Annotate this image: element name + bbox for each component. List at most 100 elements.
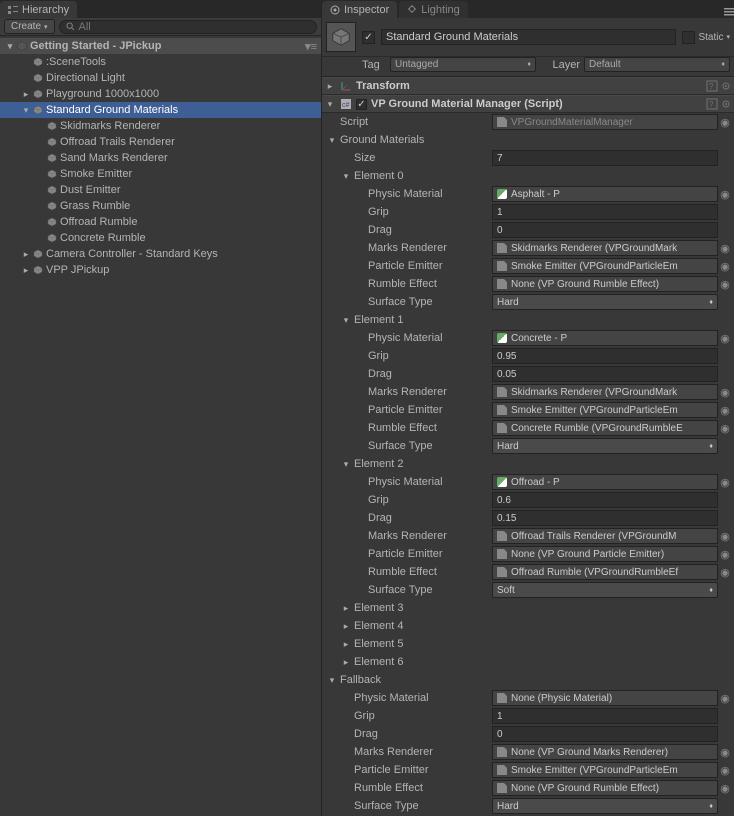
static-toggle[interactable]: Static ▾ bbox=[682, 31, 730, 44]
object-picker-icon[interactable]: ◉ bbox=[720, 116, 730, 129]
enum-dropdown[interactable]: Hard♦ bbox=[492, 438, 718, 454]
hierarchy-item[interactable]: Offroad Trails Renderer bbox=[0, 134, 321, 150]
foldout-icon: ▸ bbox=[324, 81, 336, 92]
number-field[interactable]: 0 bbox=[492, 726, 718, 742]
ground-materials-foldout[interactable]: ▾ Ground Materials bbox=[322, 131, 734, 149]
object-reference-field[interactable]: Offroad Trails Renderer (VPGroundM bbox=[492, 528, 718, 544]
object-reference-field[interactable]: None (VP Ground Marks Renderer) bbox=[492, 744, 718, 760]
lighting-tab[interactable]: Lighting bbox=[399, 1, 468, 18]
object-reference-field[interactable]: None (VP Ground Rumble Effect) bbox=[492, 780, 718, 796]
element-foldout[interactable]: ▾ Element 1 bbox=[322, 311, 734, 329]
object-picker-icon[interactable]: ◉ bbox=[720, 692, 730, 705]
object-picker-icon[interactable]: ◉ bbox=[720, 422, 730, 435]
inspector-tab[interactable]: Inspector bbox=[322, 1, 397, 18]
enum-dropdown[interactable]: Hard♦ bbox=[492, 798, 718, 814]
object-reference-field[interactable]: Concrete - P bbox=[492, 330, 718, 346]
panel-menu-icon[interactable] bbox=[720, 6, 734, 18]
object-reference-field[interactable]: Smoke Emitter (VPGroundParticleEm bbox=[492, 402, 718, 418]
help-icon[interactable]: ? bbox=[706, 98, 718, 110]
object-picker-icon[interactable]: ◉ bbox=[720, 530, 730, 543]
page-icon bbox=[497, 279, 507, 289]
number-field[interactable]: 0.05 bbox=[492, 366, 718, 382]
object-reference-field[interactable]: Skidmarks Renderer (VPGroundMark bbox=[492, 384, 718, 400]
object-reference-field[interactable]: Offroad Rumble (VPGroundRumbleEf bbox=[492, 564, 718, 580]
hierarchy-tab[interactable]: Hierarchy bbox=[0, 1, 77, 18]
element-foldout[interactable]: ▾ Element 0 bbox=[322, 167, 734, 185]
component-enabled-checkbox[interactable]: ✓ bbox=[356, 99, 367, 110]
hierarchy-item[interactable]: ▸ VPP JPickup bbox=[0, 262, 321, 278]
object-reference-field[interactable]: Smoke Emitter (VPGroundParticleEm bbox=[492, 258, 718, 274]
chevron-down-icon[interactable]: ▾ bbox=[726, 33, 730, 41]
foldout-icon[interactable]: ▸ bbox=[20, 249, 32, 260]
gameobject-icon[interactable] bbox=[326, 22, 356, 52]
hierarchy-tree[interactable]: ▾ Getting Started - JPickup ▾≡ :SceneToo… bbox=[0, 36, 321, 816]
foldout-icon[interactable]: ▸ bbox=[20, 265, 32, 276]
hierarchy-item[interactable]: ▾ Standard Ground Materials bbox=[0, 102, 321, 118]
hierarchy-item-label: Sand Marks Renderer bbox=[60, 152, 168, 164]
help-icon[interactable]: ? bbox=[706, 80, 718, 92]
object-picker-icon[interactable]: ◉ bbox=[720, 332, 730, 345]
number-field[interactable]: 0 bbox=[492, 222, 718, 238]
active-checkbox[interactable]: ✓ bbox=[362, 31, 375, 44]
number-field[interactable]: 1 bbox=[492, 708, 718, 724]
object-reference-field[interactable]: None (VP Ground Rumble Effect) bbox=[492, 276, 718, 292]
enum-dropdown[interactable]: Soft♦ bbox=[492, 582, 718, 598]
hierarchy-search-input[interactable]: All bbox=[59, 20, 317, 34]
element-foldout[interactable]: ▸ Element 5 bbox=[322, 635, 734, 653]
hierarchy-item[interactable]: Concrete Rumble bbox=[0, 230, 321, 246]
object-reference-field[interactable]: None (VP Ground Particle Emitter) bbox=[492, 546, 718, 562]
object-reference-field[interactable]: Concrete Rumble (VPGroundRumbleE bbox=[492, 420, 718, 436]
object-reference-field[interactable]: Skidmarks Renderer (VPGroundMark bbox=[492, 240, 718, 256]
object-picker-icon[interactable]: ◉ bbox=[720, 188, 730, 201]
object-picker-icon[interactable]: ◉ bbox=[720, 476, 730, 489]
static-checkbox[interactable] bbox=[682, 31, 695, 44]
element-foldout[interactable]: ▸ Element 3 bbox=[322, 599, 734, 617]
foldout-icon[interactable]: ▾ bbox=[20, 105, 32, 116]
object-name-field[interactable]: Standard Ground Materials bbox=[381, 29, 676, 45]
hierarchy-item[interactable]: Offroad Rumble bbox=[0, 214, 321, 230]
layer-dropdown[interactable]: Default♦ bbox=[584, 57, 730, 72]
object-picker-icon[interactable]: ◉ bbox=[720, 782, 730, 795]
ground-material-component-header[interactable]: ▾ c# ✓ VP Ground Material Manager (Scrip… bbox=[322, 95, 734, 113]
element-foldout[interactable]: ▸ Element 4 bbox=[322, 617, 734, 635]
object-picker-icon[interactable]: ◉ bbox=[720, 242, 730, 255]
number-field[interactable]: 0.95 bbox=[492, 348, 718, 364]
object-picker-icon[interactable]: ◉ bbox=[720, 746, 730, 759]
hierarchy-item[interactable]: Sand Marks Renderer bbox=[0, 150, 321, 166]
element-foldout[interactable]: ▾ Element 2 bbox=[322, 455, 734, 473]
hierarchy-item[interactable]: Dust Emitter bbox=[0, 182, 321, 198]
enum-dropdown[interactable]: Hard♦ bbox=[492, 294, 718, 310]
hierarchy-item[interactable]: ▸ Playground 1000x1000 bbox=[0, 86, 321, 102]
number-field[interactable]: 0.6 bbox=[492, 492, 718, 508]
hierarchy-item[interactable]: Smoke Emitter bbox=[0, 166, 321, 182]
hierarchy-item[interactable]: Skidmarks Renderer bbox=[0, 118, 321, 134]
object-picker-icon[interactable]: ◉ bbox=[720, 404, 730, 417]
object-reference-field[interactable]: Asphalt - P bbox=[492, 186, 718, 202]
object-reference-field[interactable]: None (Physic Material) bbox=[492, 690, 718, 706]
scene-menu-icon[interactable]: ▾≡ bbox=[305, 40, 321, 53]
hierarchy-item[interactable]: :SceneTools bbox=[0, 54, 321, 70]
object-picker-icon[interactable]: ◉ bbox=[720, 278, 730, 291]
tag-dropdown[interactable]: Untagged♦ bbox=[390, 57, 536, 72]
object-picker-icon[interactable]: ◉ bbox=[720, 548, 730, 561]
number-field[interactable]: 0.15 bbox=[492, 510, 718, 526]
gear-icon[interactable] bbox=[720, 80, 732, 92]
hierarchy-item[interactable]: ▸ Camera Controller - Standard Keys bbox=[0, 246, 321, 262]
element-foldout[interactable]: ▸ Element 6 bbox=[322, 653, 734, 671]
transform-component-header[interactable]: ▸ Transform ? bbox=[322, 77, 734, 95]
hierarchy-item[interactable]: Directional Light bbox=[0, 70, 321, 86]
fallback-foldout[interactable]: ▾ Fallback bbox=[322, 671, 734, 689]
object-picker-icon[interactable]: ◉ bbox=[720, 386, 730, 399]
gear-icon[interactable] bbox=[720, 98, 732, 110]
scene-root-row[interactable]: ▾ Getting Started - JPickup ▾≡ bbox=[0, 38, 321, 54]
hierarchy-item[interactable]: Grass Rumble bbox=[0, 198, 321, 214]
object-picker-icon[interactable]: ◉ bbox=[720, 566, 730, 579]
object-picker-icon[interactable]: ◉ bbox=[720, 260, 730, 273]
object-reference-field[interactable]: Smoke Emitter (VPGroundParticleEm bbox=[492, 762, 718, 778]
number-field[interactable]: 7 bbox=[492, 150, 718, 166]
create-button[interactable]: Create ▾ bbox=[4, 19, 55, 34]
number-field[interactable]: 1 bbox=[492, 204, 718, 220]
foldout-icon[interactable]: ▸ bbox=[20, 89, 32, 100]
object-picker-icon[interactable]: ◉ bbox=[720, 764, 730, 777]
object-reference-field[interactable]: Offroad - P bbox=[492, 474, 718, 490]
